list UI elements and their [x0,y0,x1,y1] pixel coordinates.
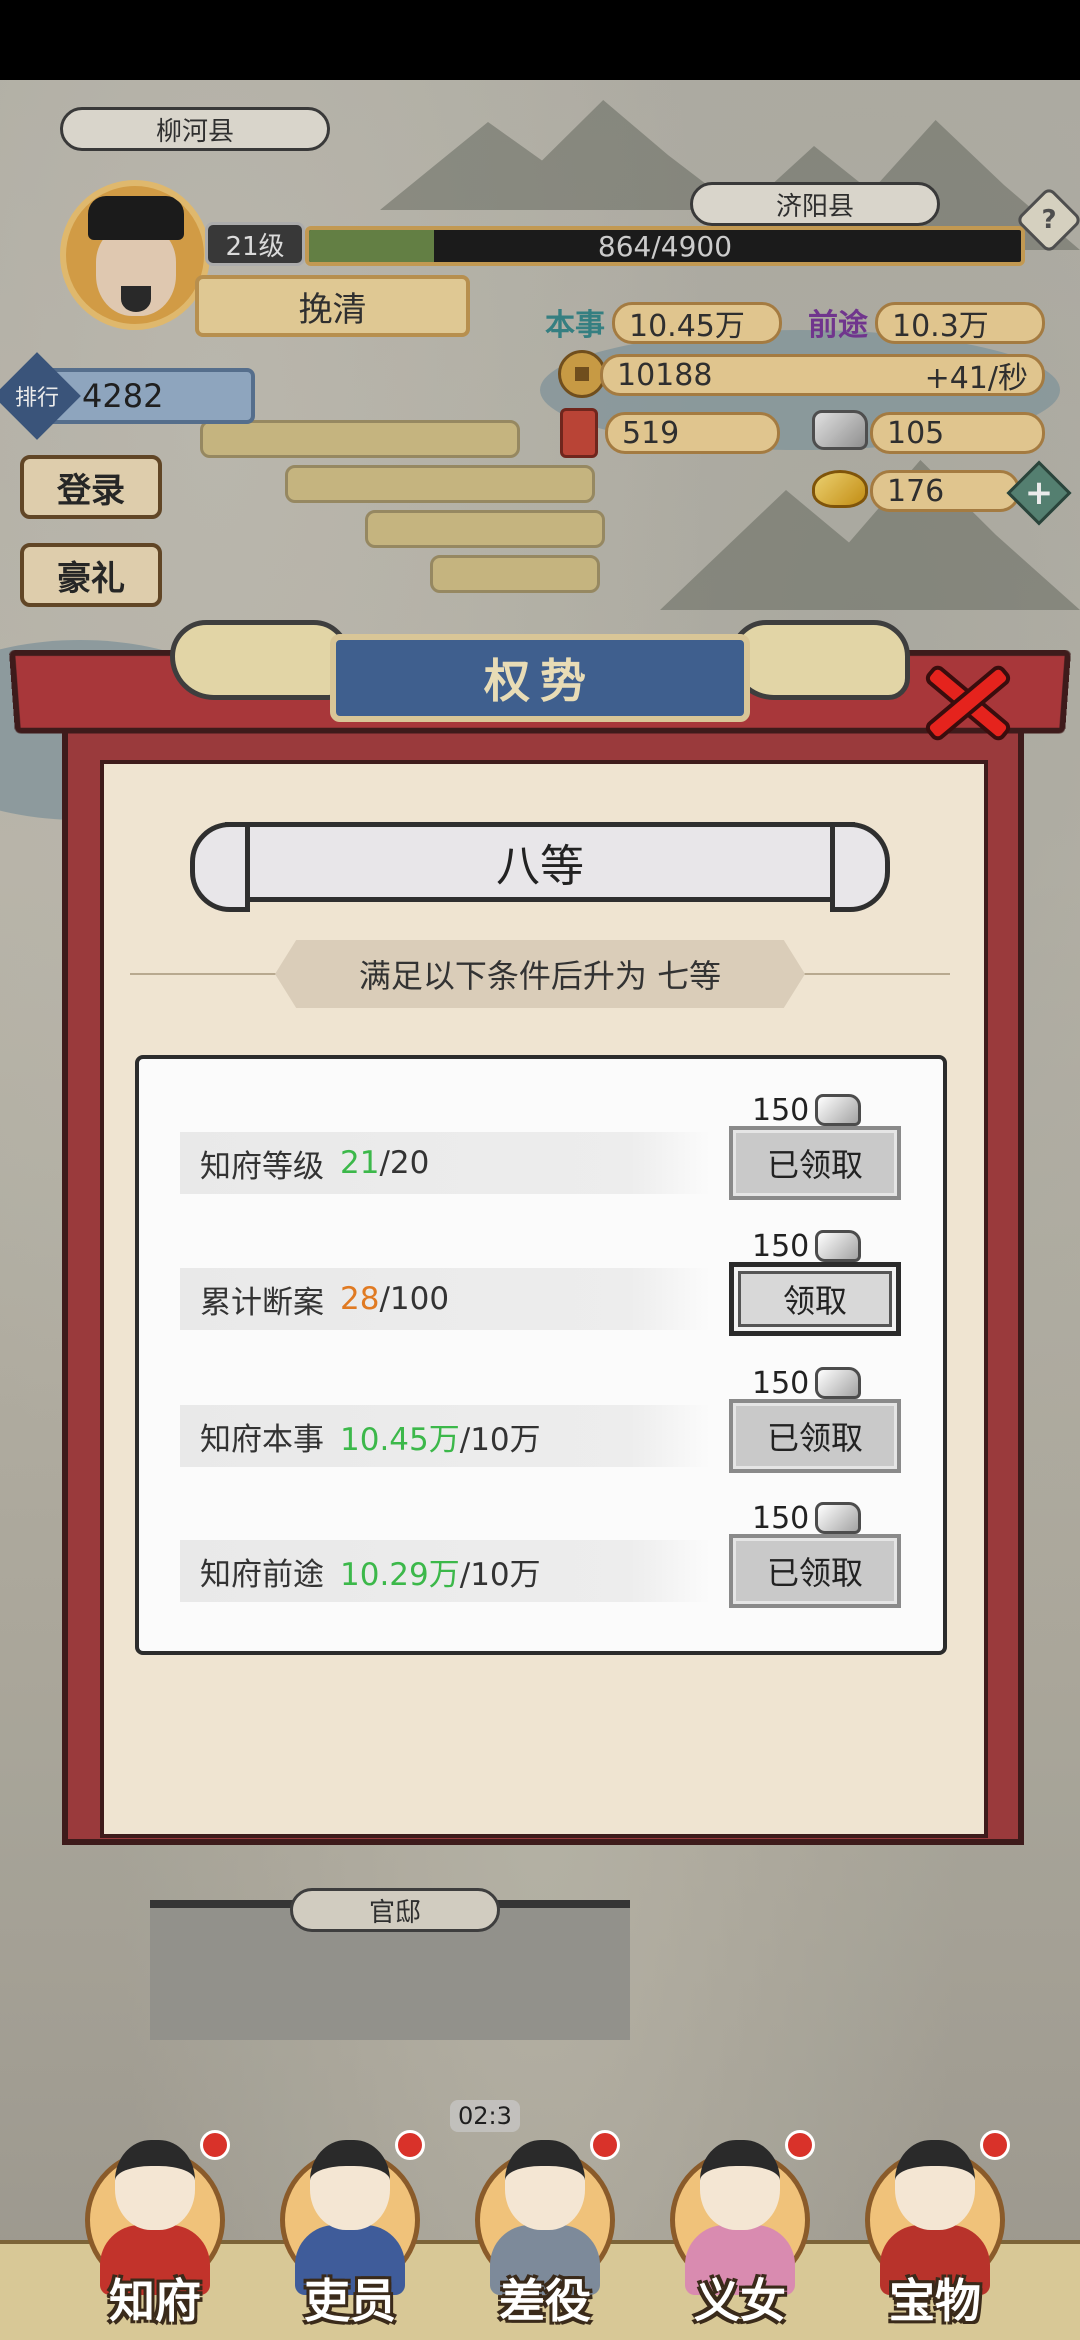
notification-dot [785,2130,815,2160]
nav-baowu[interactable]: 宝物 [850,2110,1020,2340]
task-label: 知府等级 [200,1148,324,1185]
nav-label: 吏员 [304,2274,396,2328]
promotion-condition: 满足以下条件后升为 七等 [275,940,805,1008]
nav-label: 宝物 [889,2274,981,2328]
task-label: 累计断案 [200,1284,324,1321]
reward-amount: 150 [752,1092,810,1128]
nav-yinv[interactable]: 义女 [655,2110,825,2340]
task-current: 28 [340,1281,380,1317]
claim-button[interactable]: 领取 [729,1262,901,1336]
silver-ingot-icon [815,1230,862,1262]
claimed-button[interactable]: 已领取 [729,1126,901,1200]
nav-character-head [700,2140,780,2230]
task-row: 知府本事 10.45万/10万 [180,1405,710,1467]
claimed-button[interactable]: 已领取 [729,1534,901,1608]
task-target: /10万 [459,1421,541,1458]
silver-ingot-icon [815,1094,862,1126]
nav-chaiyi[interactable]: 差役 [460,2110,630,2340]
reward-amount: 150 [752,1228,810,1264]
nav-label: 义女 [694,2274,786,2328]
claimed-button[interactable]: 已领取 [729,1399,901,1473]
nav-label: 差役 [499,2274,591,2328]
silver-ingot-icon [815,1502,862,1534]
task-current: 10.45万 [340,1421,460,1458]
task-reward: 150 [752,1365,862,1401]
current-grade: 八等 [190,822,890,912]
task-label: 知府本事 [200,1421,324,1458]
nav-liyuan[interactable]: 吏员 [265,2110,435,2340]
cloud-ornament-right [730,620,910,700]
task-row: 累计断案 28/100 [180,1268,710,1330]
cloud-ornament-left [170,620,350,700]
task-label: 知府前途 [200,1556,324,1593]
nav-character-head [310,2140,390,2230]
task-target: /20 [379,1145,430,1181]
task-target: /10万 [459,1556,541,1593]
task-reward: 150 [752,1500,862,1536]
close-button[interactable] [908,650,1028,750]
nav-character-head [115,2140,195,2230]
notification-dot [200,2130,230,2160]
reward-amount: 150 [752,1500,810,1536]
task-row: 知府前途 10.29万/10万 [180,1540,710,1602]
task-current: 10.29万 [340,1556,460,1593]
status-bar [0,0,1080,80]
nav-zhifu[interactable]: 知府 [70,2110,240,2340]
nav-character-head [505,2140,585,2230]
notification-dot [980,2130,1010,2160]
silver-ingot-icon [815,1367,862,1399]
reward-amount: 150 [752,1365,810,1401]
task-current: 21 [340,1145,380,1181]
notification-dot [590,2130,620,2160]
nav-character-head [895,2140,975,2230]
nav-label: 知府 [109,2274,201,2328]
task-reward: 150 [752,1092,862,1128]
task-row: 知府等级 21/20 [180,1132,710,1194]
modal-title: 权势 [330,634,750,722]
notification-dot [395,2130,425,2160]
task-reward: 150 [752,1228,862,1264]
task-target: /100 [379,1281,450,1317]
